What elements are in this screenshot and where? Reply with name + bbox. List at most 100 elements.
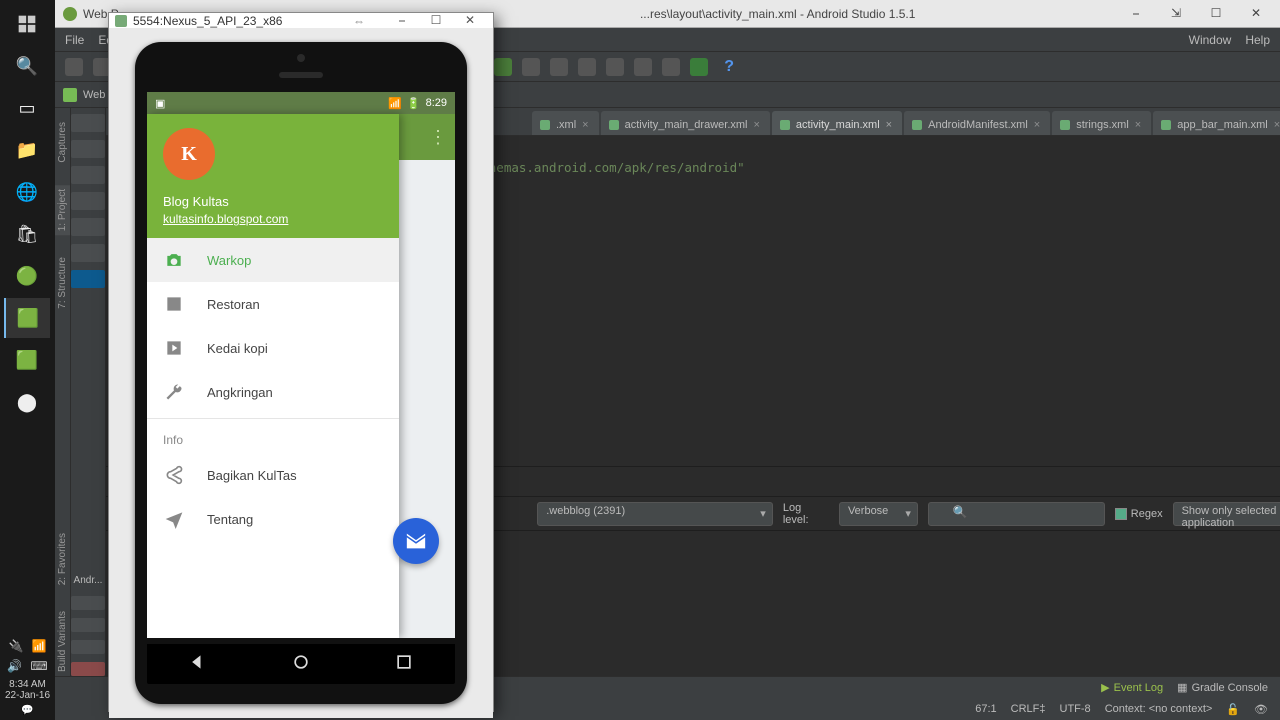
power-icon[interactable]: 🔌 [9, 639, 24, 653]
toolbar-icon[interactable] [550, 58, 568, 76]
drawer-item-restoran[interactable]: Restoran [147, 282, 399, 326]
project-footer: Andr... [72, 573, 105, 588]
help-icon[interactable]: ? [724, 58, 734, 76]
app1-button[interactable]: 🟢 [4, 256, 50, 296]
app2-button[interactable]: 🟩 [4, 340, 50, 380]
start-button[interactable] [4, 4, 50, 44]
wifi-icon[interactable]: 📶 [32, 639, 47, 653]
emu-app-icon [115, 15, 127, 27]
explorer-button[interactable]: 📁 [4, 130, 50, 170]
taskview-button[interactable]: ▭ [4, 88, 50, 128]
menu-window[interactable]: Window [1189, 33, 1232, 47]
emu-title: 5554:Nexus_5_API_23_x86 [133, 14, 282, 28]
gradleconsole-link[interactable]: ▦ Gradle Console [1177, 681, 1268, 694]
tab-project[interactable]: 1: Project [55, 185, 70, 235]
drawer-subtitle-link[interactable]: kultasinfo.blogspot.com [163, 212, 383, 226]
avd-icon[interactable] [690, 58, 708, 76]
store-button[interactable]: 🛍 [4, 214, 50, 254]
encoding[interactable]: UTF-8 [1060, 703, 1091, 715]
keyboard-icon[interactable]: ⌨ [30, 659, 47, 673]
tray-time[interactable]: 8:34 AM [0, 679, 55, 690]
caret-pos: 67:1 [975, 703, 996, 715]
toolbar-icon[interactable] [606, 58, 624, 76]
tab-structure[interactable]: 7: Structure [55, 253, 70, 313]
search-button[interactable]: 🔍 [4, 46, 50, 86]
camera-icon [163, 249, 185, 271]
module-icon [63, 88, 77, 102]
menu-file[interactable]: File [65, 33, 84, 47]
process-combo[interactable]: .webblog (2391) [537, 502, 773, 526]
toolbar-icon[interactable] [522, 58, 540, 76]
emu-titlebar[interactable]: 5554:Nexus_5_API_23_x86 ⇔ ⎯ ☐ ✕ [109, 13, 493, 28]
drawer-title: Blog Kultas [163, 194, 383, 209]
editor-tab[interactable]: AndroidManifest.xml× [904, 111, 1050, 135]
overflow-menu-icon[interactable]: ⋮ [429, 127, 445, 148]
ide-max-button[interactable]: ☐ [1200, 6, 1232, 21]
proximity-sensor [297, 54, 305, 62]
phone-frame: ▣ 📶 🔋 8:29 ⋮ K Blog Kultas kultasinfo [135, 42, 467, 704]
ide-min-button[interactable]: ⎯ [1120, 6, 1152, 21]
drawer-item-label: Warkop [207, 253, 251, 268]
ide-app-icon [63, 7, 77, 21]
tray-date[interactable]: 22-Jan-16 [0, 690, 55, 701]
volume-icon[interactable]: 🔊 [7, 659, 22, 673]
context[interactable]: Context: <no context> [1105, 703, 1213, 715]
editor-tab[interactable]: activity_main_drawer.xml× [601, 111, 770, 135]
editor-tab-active[interactable]: activity_main.xml× [772, 111, 902, 135]
drawer-item-kedai[interactable]: Kedai kopi [147, 326, 399, 370]
send-icon [163, 508, 185, 530]
editor-tab[interactable]: app_bar_main.xml× [1153, 111, 1280, 135]
drawer-item-warkop[interactable]: Warkop [147, 238, 399, 282]
chrome-button[interactable]: ⬤ [4, 382, 50, 422]
drawer-item-label: Restoran [207, 297, 260, 312]
recents-button[interactable] [394, 652, 414, 677]
eventlog-link[interactable]: ▶ Event Log [1101, 681, 1163, 694]
toolbar-icon[interactable] [634, 58, 652, 76]
androidstudio-task[interactable]: 🟩 [4, 298, 50, 338]
toolbar-icon[interactable] [662, 58, 680, 76]
drawer-item-about[interactable]: Tentang [147, 497, 399, 541]
line-ending[interactable]: CRLF‡ [1011, 703, 1046, 715]
emu-close-button[interactable]: ✕ [453, 13, 487, 28]
debug-icon[interactable] [494, 58, 512, 76]
nav-path[interactable]: Web [83, 89, 105, 101]
home-button[interactable] [291, 652, 311, 677]
navigation-drawer: K Blog Kultas kultasinfo.blogspot.com Wa… [147, 114, 399, 638]
ide-close-button[interactable]: ✕ [1240, 6, 1272, 21]
menu-help[interactable]: Help [1245, 33, 1270, 47]
sdcard-icon: ▣ [155, 97, 165, 110]
battery-icon: 🔋 [407, 97, 421, 110]
windows-taskbar: 🔍 ▭ 📁 🌐 🛍 🟢 🟩 🟩 ⬤ › 🔌 📶 🔊 ⌨ 8:34 AM 22-J… [0, 0, 55, 720]
editor-tab[interactable]: strings.xml× [1052, 111, 1151, 135]
emu-resize-icon[interactable]: ⇔ [353, 14, 365, 28]
tab-buildvariants[interactable]: Build Variants [55, 607, 70, 676]
editor-tab[interactable]: .xml× [532, 111, 599, 135]
regex-checkbox[interactable]: Regex [1115, 508, 1163, 520]
notifications-icon[interactable]: 💬 [0, 705, 55, 716]
edge-button[interactable]: 🌐 [4, 172, 50, 212]
drawer-item-share[interactable]: Bagikan KulTas [147, 453, 399, 497]
filter-combo[interactable]: Show only selected application [1173, 502, 1280, 526]
ide-collapse-button[interactable]: ⇲ [1160, 6, 1192, 21]
drawer-item-label: Kedai kopi [207, 341, 268, 356]
phone-screen: ▣ 📶 🔋 8:29 ⋮ K Blog Kultas kultasinfo [147, 92, 455, 638]
android-navbar [147, 644, 455, 684]
inspector-icon[interactable]: 👁 [1254, 703, 1268, 716]
emu-max-button[interactable]: ☐ [419, 13, 453, 28]
drawer-item-angkringan[interactable]: Angkringan [147, 370, 399, 414]
logcat-search[interactable]: 🔍 [928, 502, 1105, 526]
loglevel-combo[interactable]: Verbose [839, 502, 918, 526]
back-button[interactable] [188, 652, 208, 677]
tab-favorites[interactable]: 2: Favorites [55, 529, 70, 589]
tab-captures[interactable]: Captures [55, 118, 70, 167]
drawer-item-label: Angkringan [207, 385, 273, 400]
drawer-item-label: Bagikan KulTas [207, 468, 297, 483]
earpiece [279, 72, 323, 78]
compose-fab[interactable] [393, 518, 439, 564]
emu-min-button[interactable]: ⎯ [385, 13, 419, 28]
toolbar-open-icon[interactable] [65, 58, 83, 76]
signal-icon: 📶 [388, 97, 402, 110]
project-tree[interactable]: Andr... [71, 108, 106, 676]
system-tray: 🔌 📶 🔊 ⌨ 8:34 AM 22-Jan-16 💬 [0, 635, 55, 720]
toolbar-icon[interactable] [578, 58, 596, 76]
